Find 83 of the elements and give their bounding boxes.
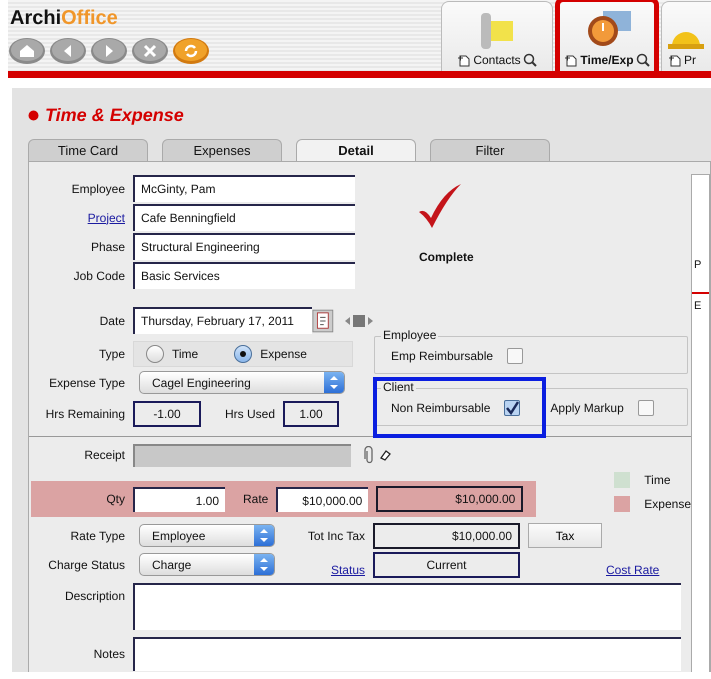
module-tab[interactable]: Time/Exp	[555, 0, 659, 71]
field-label: Type	[98, 346, 126, 362]
cost-rate-link[interactable]: Cost Rate	[606, 561, 660, 579]
check-icon	[505, 401, 520, 415]
refresh-icon[interactable]	[172, 36, 210, 66]
group-legend: Client	[381, 380, 416, 394]
module-tab[interactable]: Contacts	[441, 1, 553, 71]
amount-field: $10,000.00	[376, 486, 524, 512]
field-label: Expense Type	[48, 374, 126, 392]
checkbox-label: Emp Reimbursable	[391, 348, 494, 365]
text-field[interactable]: Basic Services	[133, 262, 355, 289]
checkbox[interactable]	[504, 400, 520, 416]
field-label: Description	[64, 588, 126, 605]
notes-field[interactable]	[133, 637, 681, 671]
field-label: Date	[98, 312, 126, 330]
text-field[interactable]: Structural Engineering	[133, 233, 355, 260]
charge-status-select[interactable]: Charge	[139, 553, 275, 576]
field-label: Receipt	[83, 447, 126, 464]
field-label: Hrs Remaining	[44, 406, 126, 422]
field-label: Job Code	[72, 268, 126, 284]
radio-label: Time	[172, 346, 198, 362]
field-label: Tot Inc Tax	[306, 528, 366, 544]
radio-button[interactable]	[146, 344, 164, 362]
group-legend: Employee	[381, 328, 438, 342]
module-tab[interactable]: Pr	[661, 1, 711, 71]
home-icon[interactable]	[8, 36, 46, 66]
radio-button[interactable]	[234, 344, 252, 362]
back-icon[interactable]	[49, 36, 87, 66]
date-field[interactable]: Thursday, February 17, 2011	[133, 307, 312, 334]
total-field: $10,000.00	[373, 522, 520, 548]
page-title: Time & Expense	[45, 104, 184, 127]
next-icon[interactable]	[367, 316, 374, 326]
legend-label: Expense	[644, 496, 691, 513]
search-icon[interactable]	[522, 53, 537, 67]
rate-type-select[interactable]: Employee	[139, 524, 275, 547]
panel-text: P	[693, 259, 702, 271]
forward-icon[interactable]	[90, 36, 128, 66]
checkbox-label: Non Reimbursable	[391, 400, 490, 417]
checkbox-label: Apply Markup	[550, 400, 624, 417]
bullet-icon	[28, 110, 39, 121]
search-icon[interactable]	[636, 53, 650, 67]
tab[interactable]: Expenses	[162, 139, 282, 161]
project-link[interactable]: Project	[29, 208, 133, 226]
new-document-icon	[457, 53, 472, 67]
logo: ArchiOffice	[10, 8, 119, 28]
radio-label: Expense	[260, 346, 307, 362]
description-field[interactable]	[133, 583, 681, 630]
field-label: Rate	[243, 491, 268, 508]
field-label: Rate Type	[70, 528, 126, 544]
hard-hat-icon	[668, 32, 704, 49]
tab[interactable]: Time Card	[28, 139, 148, 161]
status-field: Current	[373, 552, 520, 578]
legend-label: Time	[644, 472, 671, 489]
field-label: Phase	[90, 238, 126, 256]
field-label: Employee	[70, 180, 126, 198]
qty-field[interactable]: 1.00	[133, 486, 225, 512]
eraser-icon[interactable]	[379, 449, 391, 461]
tab[interactable]: Filter	[430, 139, 550, 161]
panel-text: E	[693, 300, 702, 312]
checkbox[interactable]	[638, 400, 654, 416]
text-field[interactable]: Cafe Benningfield	[133, 204, 355, 231]
hours-field: 1.00	[283, 400, 340, 426]
new-document-icon	[668, 53, 682, 67]
calendar-icon[interactable]	[312, 308, 334, 334]
field-label: Qty	[105, 491, 126, 508]
checkbox[interactable]	[507, 348, 524, 364]
status-label: Complete	[419, 249, 474, 266]
new-document-icon	[564, 53, 578, 67]
hours-field: -1.00	[133, 400, 201, 426]
expense-type-select[interactable]: Cagel Engineering	[139, 371, 345, 394]
status-link[interactable]: Status	[285, 561, 365, 579]
tax-button[interactable]: Tax	[528, 523, 602, 548]
field-label: Charge Status	[47, 556, 126, 574]
field-label: Hrs Used	[225, 406, 276, 422]
paperclip-icon[interactable]	[363, 446, 375, 464]
receipt-field[interactable]	[133, 444, 351, 466]
rate-field[interactable]: $10,000.00	[276, 486, 368, 512]
close-icon[interactable]	[131, 36, 169, 66]
tab[interactable]: Detail	[296, 139, 416, 161]
today-icon[interactable]	[353, 314, 365, 326]
field-label: Notes	[92, 646, 126, 663]
previous-icon[interactable]	[344, 316, 351, 326]
text-field[interactable]: McGinty, Pam	[133, 175, 355, 202]
